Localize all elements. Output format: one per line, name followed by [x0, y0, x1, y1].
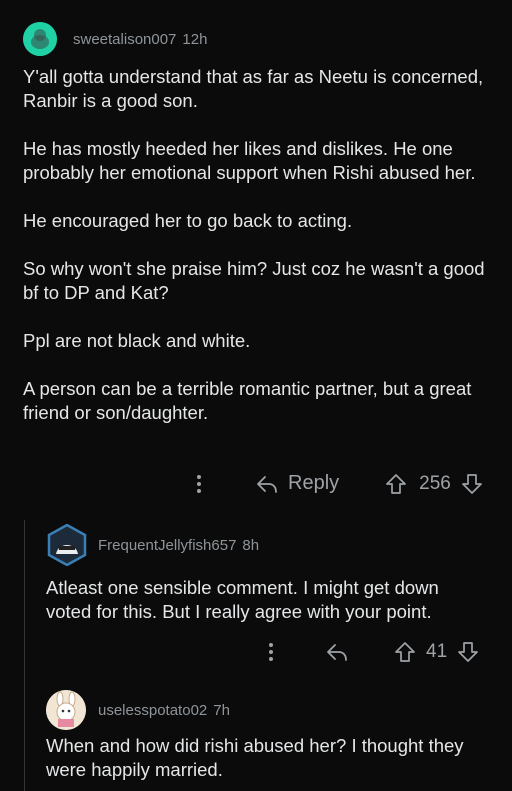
comment-paragraph: He encouraged her to go back to acting. — [23, 210, 353, 231]
upvote-icon — [395, 642, 415, 662]
username[interactable]: sweetalison007 — [73, 31, 176, 48]
comment-paragraph: Y'all gotta understand that as far as Ne… — [23, 66, 484, 111]
comment-paragraph: He has mostly heeded her likes and disli… — [23, 138, 476, 183]
comment-age: 12h — [182, 30, 208, 48]
downvote-button[interactable] — [461, 473, 483, 495]
comment-body: Atleast one sensible comment. I might ge… — [46, 576, 486, 624]
comment-actions: 41 — [262, 641, 479, 663]
comment-paragraph: Ppl are not black and white. — [23, 330, 251, 351]
vote-score: 41 — [426, 641, 448, 662]
bunny-avatar-icon — [46, 690, 86, 730]
reply-button[interactable]: Reply — [256, 472, 339, 495]
reply-arrow-icon — [257, 475, 277, 493]
vote-score: 256 — [419, 472, 451, 494]
user-avatar[interactable] — [46, 690, 86, 730]
comment-actions: Reply 256 — [190, 472, 483, 495]
thread-line[interactable] — [24, 520, 25, 791]
upvote-button[interactable] — [385, 473, 407, 495]
comment-header: FrequentJellyfish657 8h — [46, 524, 259, 566]
downvote-icon — [461, 473, 482, 494]
upvote-icon — [386, 473, 406, 494]
downvote-button[interactable] — [457, 641, 479, 663]
reply-label: Reply — [288, 472, 340, 494]
snoo-avatar-icon — [23, 22, 57, 56]
user-avatar[interactable] — [23, 22, 57, 56]
comment-age: 7h — [213, 701, 230, 719]
user-avatar[interactable] — [46, 524, 88, 566]
reply-arrow-icon — [327, 644, 347, 661]
upvote-button[interactable] — [394, 641, 416, 663]
downvote-icon — [458, 642, 478, 662]
username[interactable]: uselesspotato02 — [98, 702, 207, 719]
comment-paragraph: So why won't she praise him? Just coz he… — [23, 258, 485, 303]
username[interactable]: FrequentJellyfish657 — [98, 537, 236, 554]
reply-button[interactable] — [326, 643, 348, 661]
comment-header: uselesspotato02 7h — [46, 690, 230, 730]
comment-paragraph: A person can be a terrible romantic part… — [23, 378, 472, 423]
hexagon-avatar-icon — [47, 524, 87, 566]
comment-age: 8h — [242, 536, 260, 554]
more-options-icon[interactable] — [262, 643, 280, 661]
comment-paragraph: When and how did rishi abused her? I tho… — [46, 735, 464, 780]
comment-header: sweetalison007 12h — [23, 22, 207, 56]
more-options-icon[interactable] — [190, 474, 208, 493]
comment-body: Y'all gotta understand that as far as Ne… — [23, 65, 488, 425]
comment-body: When and how did rishi abused her? I tho… — [46, 734, 496, 782]
comment-paragraph: Atleast one sensible comment. I might ge… — [46, 577, 439, 622]
